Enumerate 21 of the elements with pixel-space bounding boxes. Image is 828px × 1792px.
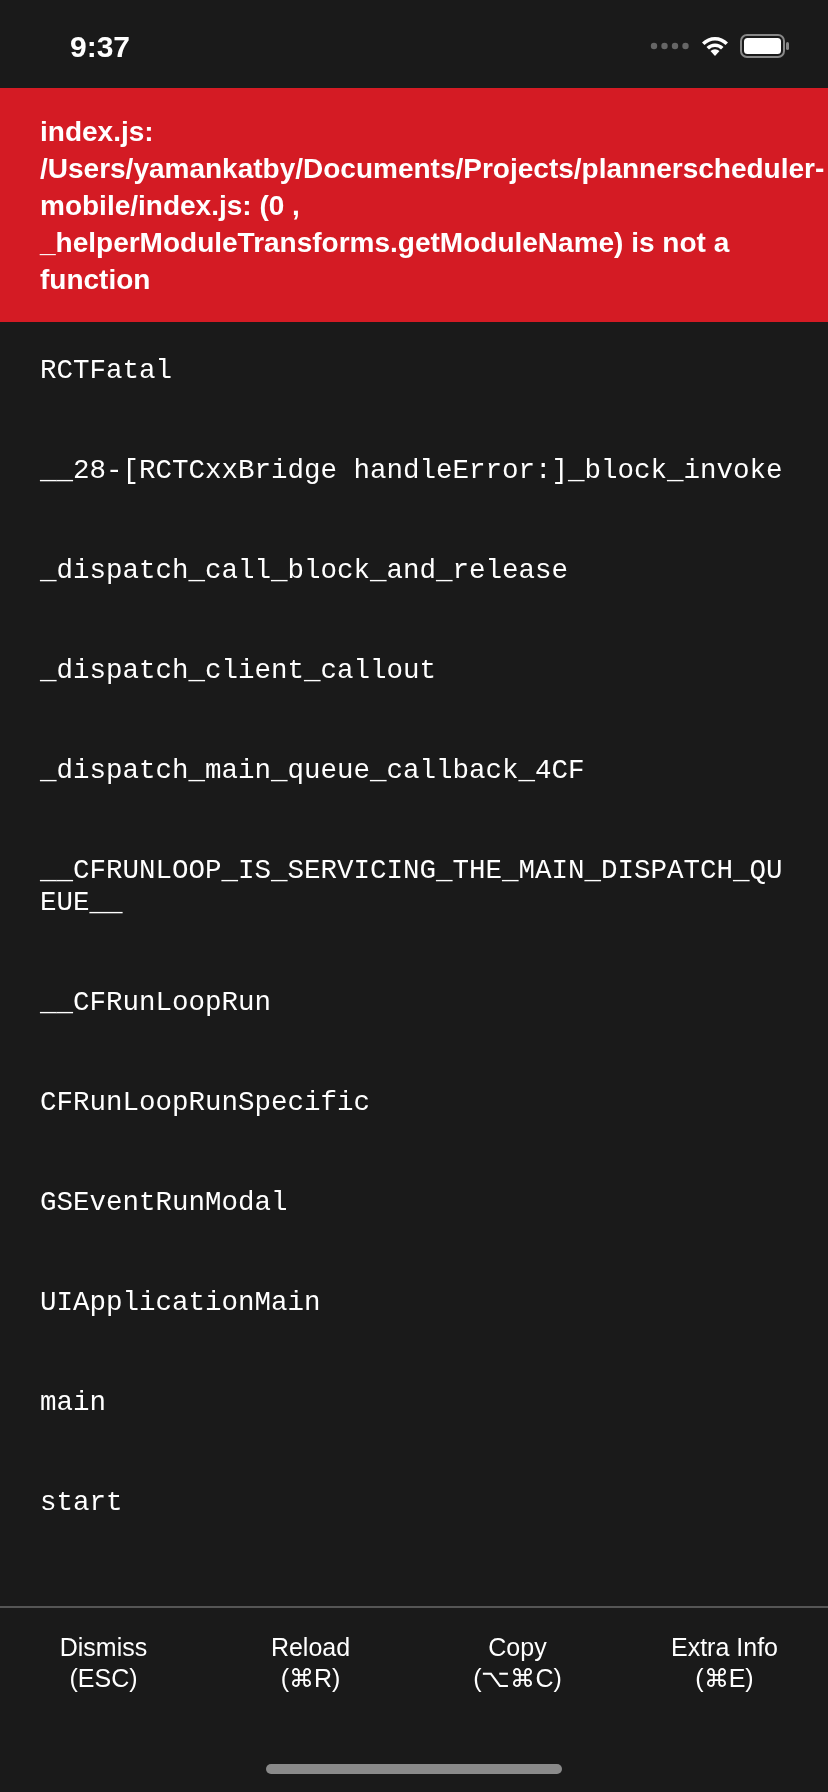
stack-frame[interactable]: _dispatch_call_block_and_release [40, 555, 788, 587]
signal-icon [650, 42, 690, 50]
stack-frame[interactable]: UIApplicationMain [40, 1287, 788, 1319]
stack-frame[interactable]: GSEventRunModal [40, 1187, 788, 1219]
toolbar-button[interactable]: Copy (⌥⌘C) [414, 1632, 621, 1694]
stack-frame[interactable]: __CFRUNLOOP_IS_SERVICING_THE_MAIN_DISPATCH_QUEUE__ [40, 855, 788, 919]
toolbar-button[interactable]: Extra Info (⌘E) [621, 1632, 828, 1694]
stack-frame[interactable]: RCTFatal [40, 355, 788, 387]
error-message: index.js: /Users/yamankatby/Documents/Projects/plannerscheduler-mobile/index.js: (0 , _helperModuleTransforms.getModuleName) is not a function [40, 114, 825, 297]
stack-frame[interactable]: main [40, 1387, 788, 1419]
status-time: 9:37 [70, 28, 131, 65]
toolbar-button[interactable]: Reload (⌘R) [207, 1632, 414, 1694]
stack-frame[interactable]: start [40, 1487, 788, 1519]
toolbar-button[interactable]: Dismiss (ESC) [0, 1632, 207, 1694]
stack-frame[interactable]: _dispatch_client_callout [40, 655, 788, 687]
stack-frame[interactable]: CFRunLoopRunSpecific [40, 1087, 788, 1119]
wifi-icon [700, 35, 730, 57]
stack-frame[interactable]: __CFRunLoopRun [40, 987, 788, 1019]
stack-frame[interactable]: __28-[RCTCxxBridge handleError:]_block_invoke [40, 455, 788, 487]
stack-frame[interactable]: _dispatch_main_queue_callback_4CF [40, 755, 788, 787]
battery-icon [740, 34, 790, 58]
